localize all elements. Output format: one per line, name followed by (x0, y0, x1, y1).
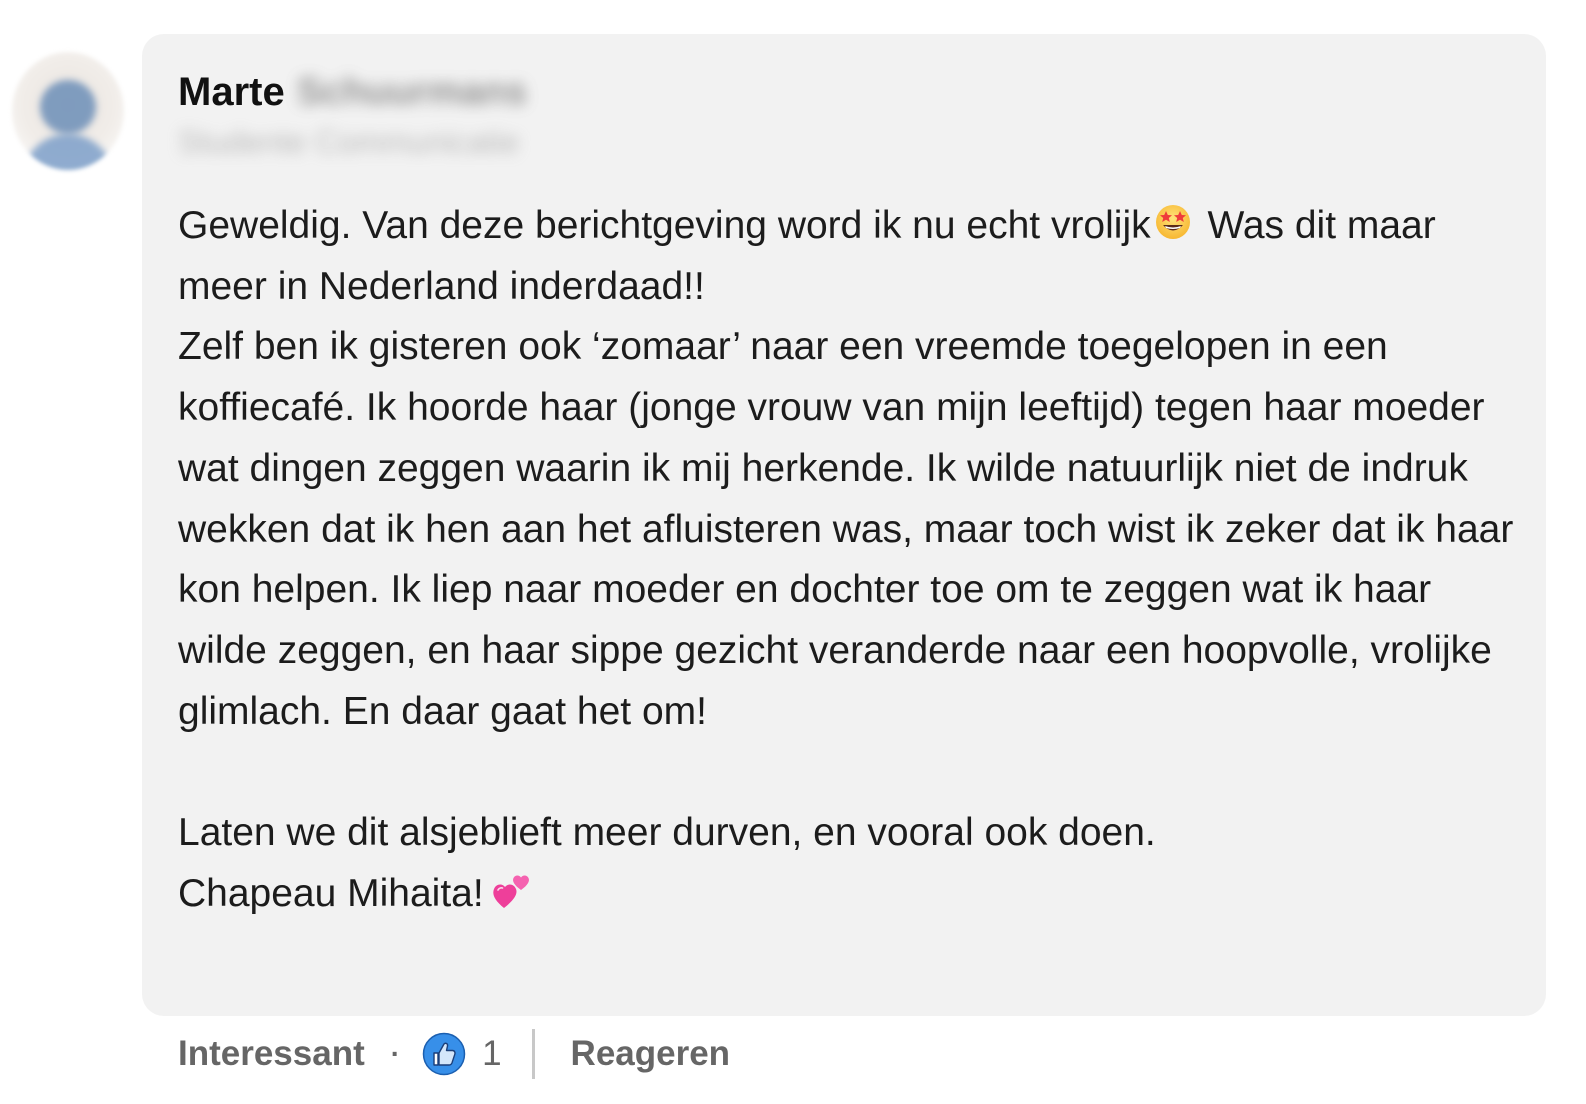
reply-button[interactable]: Reageren (571, 1034, 731, 1074)
author-first-name[interactable]: Marte (178, 70, 285, 115)
comment-body: Geweldig. Van deze berichtgeving word ik… (178, 196, 1518, 924)
author-headline-redacted: Studente Communicatie (178, 124, 520, 160)
comment-blank-line (178, 742, 1518, 803)
reaction-count[interactable]: 1 (482, 1034, 501, 1074)
comment-text-4: Chapeau Mihaita! (178, 871, 484, 915)
star-struck-emoji-icon (1155, 205, 1190, 239)
comment-text-1a: Geweldig. Van deze berichtgeving word ik… (178, 204, 1151, 247)
comment-paragraph-2: Zelf ben ik gisteren ook ‘zomaar’ naar e… (178, 325, 1514, 733)
comment-paragraph-1: Geweldig. Van deze berichtgeving word ik… (178, 196, 1518, 317)
two-hearts-emoji-icon (493, 875, 529, 908)
comment-paragraph-3: Laten we dit alsjeblieft meer durven, en… (178, 811, 1156, 855)
avatar[interactable] (12, 52, 124, 170)
like-thumbs-up-icon[interactable] (422, 1032, 466, 1076)
action-separator-dot: · (390, 1038, 401, 1069)
comment-paragraph-4: Chapeau Mihaita! (178, 864, 1518, 925)
react-interesting-button[interactable]: Interessant (178, 1034, 365, 1074)
author-last-name-redacted[interactable]: Schuurmans (297, 71, 527, 114)
avatar-shoulders-shape (22, 134, 114, 170)
author-name-row[interactable]: Marte Schuurmans (178, 66, 527, 118)
action-divider (531, 1029, 535, 1079)
comment-actions: Interessant · 1 Reageren (178, 1028, 730, 1080)
avatar-head-shape (40, 80, 96, 134)
